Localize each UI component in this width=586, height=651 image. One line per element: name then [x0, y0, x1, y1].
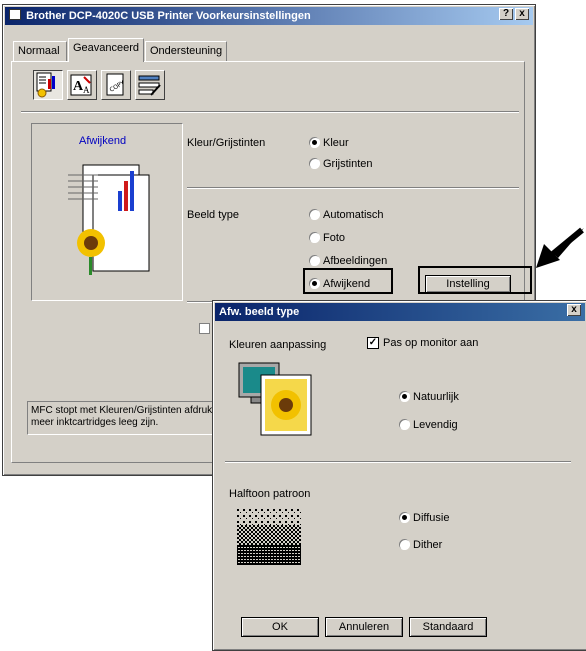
halftone-label: Halftoon patroon: [229, 488, 311, 500]
callout-instelling: [418, 266, 532, 294]
dialog-close-button[interactable]: x: [567, 304, 581, 316]
radio-foto-label[interactable]: Foto: [323, 232, 345, 244]
tab-geavanceerd[interactable]: Geavanceerd: [68, 38, 144, 62]
dialog-titlebar: Afw. beeld type: [215, 303, 585, 321]
radio-levendig-label[interactable]: Levendig: [413, 419, 458, 431]
radio-grijstinten[interactable]: [309, 158, 320, 169]
image-type-label: Beeld type: [187, 209, 239, 221]
text-icon[interactable]: A A: [67, 70, 97, 100]
radio-foto[interactable]: [309, 232, 320, 243]
close-button[interactable]: x: [515, 8, 529, 20]
dialog-divider: [225, 461, 571, 463]
copy-icon[interactable]: COPY: [101, 70, 131, 100]
color-divider: [187, 187, 519, 189]
cancel-button[interactable]: Annuleren: [325, 617, 403, 637]
monitor-checkbox-label[interactable]: Pas op monitor aan: [383, 337, 478, 349]
main-titlebar: Brother DCP-4020C USB Printer Voorkeursi…: [5, 7, 533, 25]
custom-image-type-dialog: Afw. beeld type x Kleuren aanpassing ✓ P…: [212, 300, 586, 651]
radio-dither-label[interactable]: Dither: [413, 539, 442, 551]
printer-icon: [9, 9, 21, 20]
monitor-checkbox[interactable]: ✓: [367, 337, 379, 349]
radio-afbeeldingen-label[interactable]: Afbeeldingen: [323, 255, 387, 267]
radio-automatisch-label[interactable]: Automatisch: [323, 209, 384, 221]
toolbar-divider: [21, 111, 519, 113]
radio-dither[interactable]: [399, 539, 410, 550]
preview-label: Afwijkend: [79, 135, 127, 147]
radio-grijstinten-label[interactable]: Grijstinten: [323, 158, 373, 170]
page-layout-icon[interactable]: [33, 70, 63, 100]
hidden-option-checkbox[interactable]: [199, 323, 210, 334]
dialog-title: Afw. beeld type: [219, 306, 300, 318]
radio-diffusie-label[interactable]: Diffusie: [413, 512, 449, 524]
default-button[interactable]: Standaard: [409, 617, 487, 637]
radio-natuurlijk-label[interactable]: Natuurlijk: [413, 391, 459, 403]
info-text-line2: meer inktcartridges leeg zijn.: [31, 417, 159, 428]
preview-document-image: [68, 164, 150, 275]
color-group-label: Kleur/Grijstinten: [187, 137, 266, 149]
info-text-line1: MFC stopt met Kleuren/Grijstinten afdruk: [31, 405, 213, 416]
tab-ondersteuning[interactable]: Ondersteuning: [145, 41, 227, 61]
help-button[interactable]: ?: [499, 8, 513, 20]
radio-kleur-label[interactable]: Kleur: [323, 137, 349, 149]
arrow-icon: [536, 227, 584, 268]
radio-automatisch[interactable]: [309, 209, 320, 220]
color-adjust-label: Kleuren aanpassing: [229, 339, 327, 351]
radio-afbeeldingen[interactable]: [309, 255, 320, 266]
tab-normaal[interactable]: Normaal: [13, 41, 67, 61]
svg-text:A: A: [83, 85, 90, 95]
radio-natuurlijk[interactable]: [399, 391, 410, 402]
callout-afwijkend: [303, 268, 393, 294]
radio-kleur[interactable]: [309, 137, 320, 148]
main-title: Brother DCP-4020C USB Printer Voorkeursi…: [26, 10, 311, 22]
settings-icon[interactable]: [135, 70, 165, 100]
ok-button[interactable]: OK: [241, 617, 319, 637]
radio-levendig[interactable]: [399, 419, 410, 430]
halftone-icon: [237, 509, 301, 565]
radio-diffusie[interactable]: [399, 512, 410, 523]
monitor-icon: [238, 362, 312, 436]
